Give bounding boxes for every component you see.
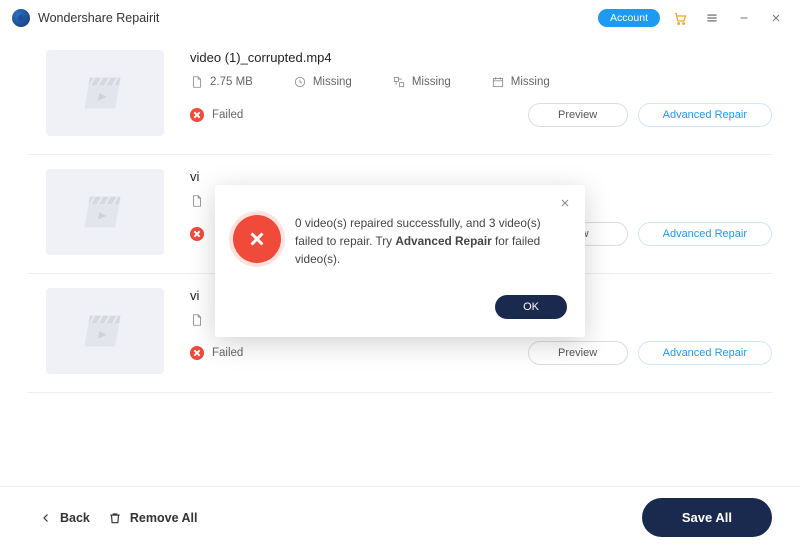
repair-result-modal: 0 video(s) repaired successfully, and 3 … bbox=[215, 185, 585, 336]
hamburger-icon[interactable] bbox=[700, 6, 724, 30]
close-icon bbox=[559, 197, 571, 209]
app-title: Wondershare Repairit bbox=[38, 11, 159, 25]
modal-message: 0 video(s) repaired successfully, and 3 … bbox=[295, 215, 567, 268]
close-icon[interactable] bbox=[764, 6, 788, 30]
modal-ok-button[interactable]: OK bbox=[495, 295, 567, 319]
back-label: Back bbox=[60, 511, 90, 525]
error-icon bbox=[233, 215, 281, 263]
footer: Back Remove All Save All bbox=[0, 486, 800, 548]
app-logo-icon bbox=[12, 9, 30, 27]
cart-icon[interactable] bbox=[668, 6, 692, 30]
save-all-button[interactable]: Save All bbox=[642, 498, 772, 537]
titlebar: Wondershare Repairit Account bbox=[0, 0, 800, 36]
modal-close-button[interactable] bbox=[555, 193, 575, 213]
modal-overlay: 0 video(s) repaired successfully, and 3 … bbox=[0, 36, 800, 486]
back-button[interactable]: Back bbox=[40, 511, 90, 525]
remove-all-button[interactable]: Remove All bbox=[108, 511, 198, 525]
account-button[interactable]: Account bbox=[598, 9, 660, 27]
remove-all-label: Remove All bbox=[130, 511, 198, 525]
minimize-icon[interactable] bbox=[732, 6, 756, 30]
chevron-left-icon bbox=[40, 512, 52, 524]
trash-icon bbox=[108, 511, 122, 525]
